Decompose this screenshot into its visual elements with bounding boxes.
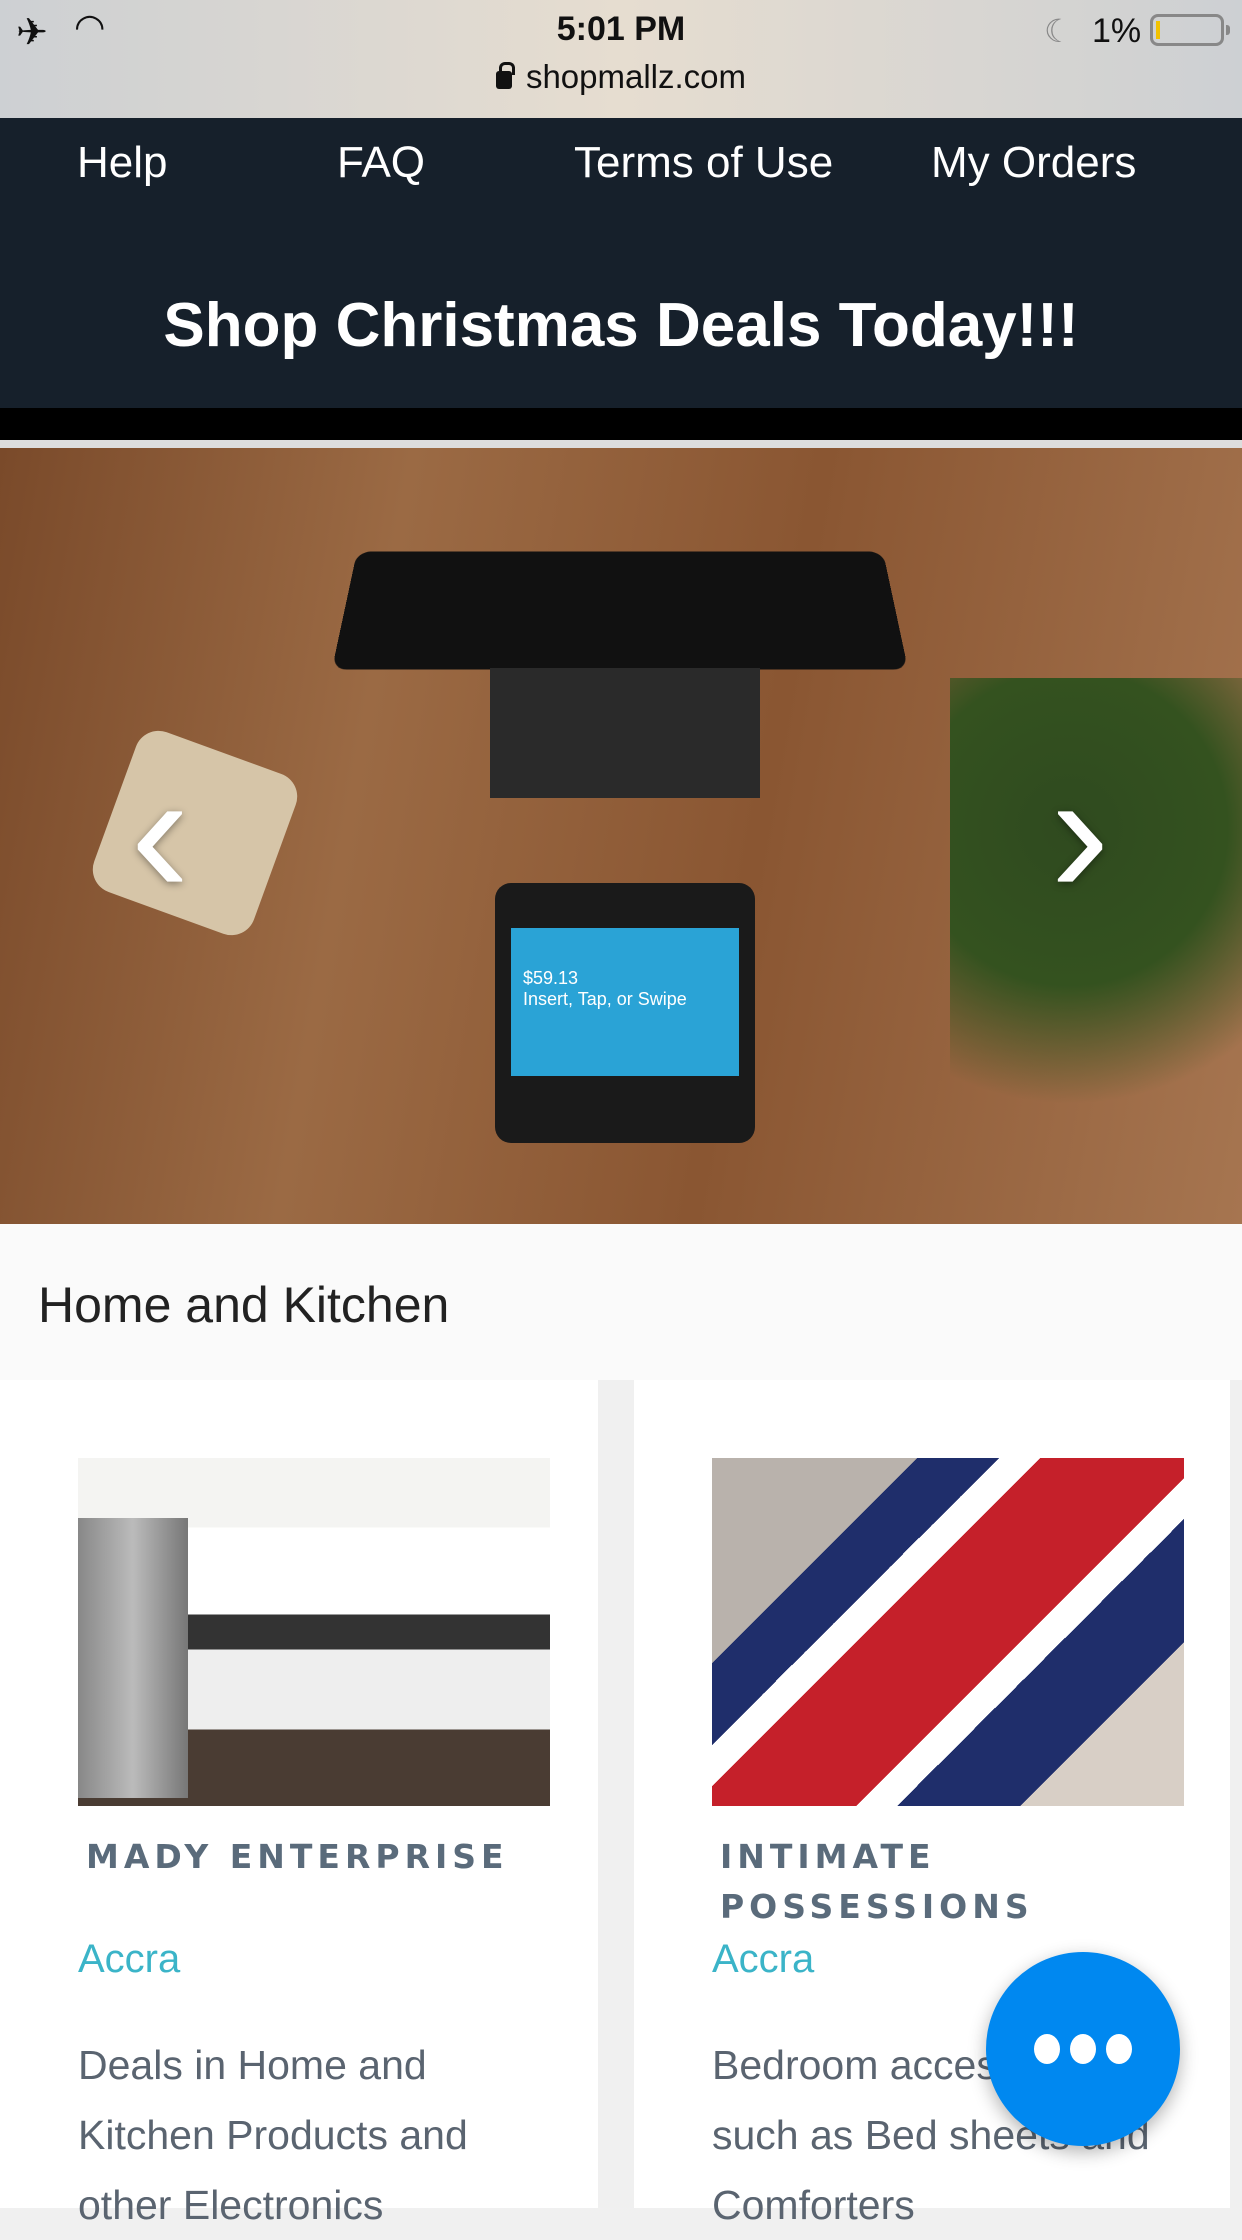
store-name[interactable]: MADY ENTERPRISE [86,1832,546,1882]
nav-terms[interactable]: Terms of Use [574,138,833,188]
reader-prompt: Insert, Tap, or Swipe [523,989,687,1009]
chevron-left-icon[interactable]: ‹ [110,743,210,923]
promo-banner: Shop Christmas Deals Today!!! [163,291,1079,360]
tablet-stand [490,668,760,798]
nav-my-orders[interactable]: My Orders [931,138,1136,188]
store-card[interactable]: MADY ENTERPRISE Accra Deals in Home and … [0,1380,598,2228]
dot [1106,2034,1132,2064]
chat-fab-button[interactable] [986,1952,1180,2146]
status-bar: ✈ ◠ 5:01 PM ☾ 1% shopmallz.com [0,0,1242,118]
category-title: Home and Kitchen [38,1277,450,1333]
nav-help[interactable]: Help [77,138,168,188]
dot [1070,2034,1096,2064]
nav-faq[interactable]: FAQ [337,138,425,188]
hero-carousel[interactable]: $59.13 Insert, Tap, or Swipe ‹ › [0,448,1242,1224]
category-header: Home and Kitchen [0,1224,1242,1380]
store-image [712,1458,1184,1806]
chevron-right-icon[interactable]: › [1030,743,1130,923]
divider [0,408,1242,440]
divider [0,440,1242,448]
address-bar[interactable]: shopmallz.com [0,58,1242,96]
card-reader-image: $59.13 Insert, Tap, or Swipe [495,883,755,1143]
battery-icon [1150,14,1230,46]
reader-amount: $59.13 [523,968,579,988]
store-name[interactable]: INTIMATE POSSESSIONS [720,1832,1180,1932]
store-city: Accra [78,1937,181,1981]
store-image [78,1458,550,1806]
more-horizontal-icon [1034,2034,1060,2064]
store-city: Accra [712,1937,815,1981]
url-text: shopmallz.com [525,58,747,95]
lock-icon [495,62,515,89]
top-nav: Help FAQ Terms of Use My Orders Shop Chr… [0,118,1242,408]
battery-percent: 1% [1092,12,1142,50]
moon-icon: ☾ [1044,13,1073,49]
tablet-image [331,551,909,670]
store-description: Deals in Home and Kitchen Products and o… [78,2042,468,2228]
